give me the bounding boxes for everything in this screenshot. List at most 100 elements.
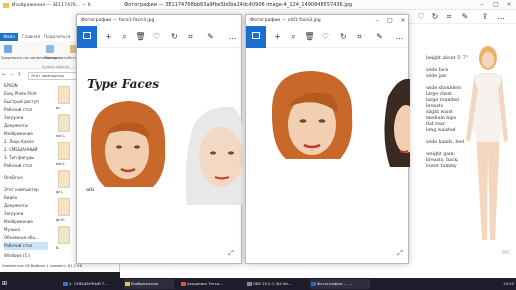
more-icon[interactable]: … [394, 31, 405, 42]
nav-pictures[interactable]: Изображения [4, 130, 33, 138]
nav-epson[interactable]: EPSON [4, 82, 18, 90]
forward-icon[interactable]: → [9, 72, 13, 78]
file-thumbnail[interactable] [58, 198, 70, 216]
add-icon[interactable]: + [103, 31, 114, 42]
expand-icon[interactable]: ⤢ [396, 249, 404, 257]
tab-share[interactable]: Поделиться [44, 34, 70, 39]
taskbar-item[interactable]: Фотографии — ... [310, 279, 370, 289]
zoom-icon[interactable]: ⌕ [288, 31, 299, 42]
nav-documents-2[interactable]: Документы [4, 202, 28, 210]
tab-home[interactable]: Главная [22, 34, 40, 39]
photo-viewer-2: Фотографии — old1-face3.jpg – □ × + ⌕ 🗑 … [245, 14, 410, 264]
pin-icon[interactable] [4, 45, 12, 53]
taskbar-item[interactable]: OBS 25.0.1 (64 bit... [246, 279, 306, 289]
rotate-icon[interactable]: ↻ [338, 31, 349, 42]
viewer1-titlebar: Фотографии — face1-face3.jpg [77, 15, 241, 26]
copy-icon[interactable] [46, 45, 54, 53]
nav-pictures-2[interactable]: Изображения [4, 218, 33, 226]
watermark: PPC [502, 250, 510, 255]
nav-quick-access[interactable]: Быстрый доступ [4, 98, 39, 106]
delete-icon[interactable]: 🗑 [135, 31, 146, 42]
delete-icon[interactable]: 🗑 [304, 31, 315, 42]
heart-icon[interactable]: ♡ [416, 12, 426, 22]
nav-easy-photo-print[interactable]: Easy Photo Print [4, 90, 37, 98]
taskbar: ⊞ 2. СМЕШАННЫЙ Т... Изображения Академия… [0, 278, 516, 290]
start-icon[interactable]: ⊞ [2, 280, 10, 288]
file-thumbnail[interactable] [58, 226, 70, 244]
file-name: 6- [56, 246, 60, 250]
file-thumbnail[interactable] [58, 114, 70, 132]
crop-icon[interactable]: ⌗ [444, 12, 454, 22]
nav-folder-mixed[interactable]: 2. СМЕШАННЫЙ [4, 146, 37, 154]
clipboard-group-label: Буфер обмена [42, 65, 70, 69]
word-icon [63, 282, 68, 286]
crop-icon[interactable]: ⌗ [354, 31, 365, 42]
viewer2-home-button[interactable] [246, 26, 266, 48]
file-list: ис ear1- ear2- girl- girl2- 6- [50, 82, 76, 262]
image-heading: Type Faces [87, 77, 160, 91]
close-icon[interactable]: × [398, 17, 408, 25]
nav-folder-figure[interactable]: 3. Тип фигуры [4, 154, 34, 162]
nav-videos[interactable]: Видео [4, 194, 17, 202]
share-icon[interactable]: ⇪ [480, 12, 490, 22]
file-name: girl- [56, 190, 64, 194]
taskbar-item[interactable]: Академия Татья... [180, 279, 240, 289]
face-illustrations [271, 71, 410, 167]
nav-desktop-2[interactable]: Рабочий стол [4, 162, 32, 170]
maximize-icon[interactable]: □ [385, 17, 395, 25]
viewer2-toolbar: + ⌕ 🗑 ♡ ↻ ⌗ ✎ … [246, 26, 408, 48]
background-window-title: Фотографии — 3E1174768bb63a9fbe5b0ba24dc… [124, 2, 353, 8]
photo-viewer-1: Фотографии — face1-face3.jpg + ⌕ 🗑 ♡ ↻ ⌗… [76, 14, 243, 264]
nav-windows-c[interactable]: Windows (C:) [4, 252, 30, 260]
gallery-icon [83, 32, 91, 39]
gallery-icon [252, 32, 260, 39]
edit-icon[interactable]: ✎ [460, 12, 470, 22]
heart-icon[interactable]: ♡ [151, 31, 162, 42]
obs-icon [247, 282, 252, 286]
rotate-icon[interactable]: ↻ [430, 12, 440, 22]
nav-desktop[interactable]: Рабочий стол [4, 106, 32, 114]
nav-this-pc[interactable]: Этот компьютер [4, 186, 39, 194]
maximize-icon[interactable]: □ [490, 1, 502, 9]
file-thumbnail[interactable] [58, 142, 70, 160]
system-tray-clock[interactable]: 16:00 [503, 279, 514, 289]
browser-icon [181, 282, 186, 286]
image-caption-fragment: ath [86, 187, 95, 193]
tab-file[interactable]: Файл [0, 33, 18, 41]
minimize-icon[interactable]: – [476, 1, 488, 9]
back-icon[interactable]: ← [2, 72, 6, 78]
heart-icon[interactable]: ♡ [320, 31, 331, 42]
face-illustrations [90, 101, 243, 205]
copy-label: Копировать [44, 55, 68, 60]
rotate-icon[interactable]: ↻ [169, 31, 180, 42]
edit-icon[interactable]: ✎ [374, 31, 385, 42]
more-icon[interactable]: … [496, 12, 506, 22]
nav-desktop-3[interactable]: Рабочий стол [4, 242, 48, 250]
folder-icon [3, 3, 9, 8]
viewer2-titlebar: Фотографии — old1-face3.jpg – □ × [246, 15, 408, 26]
edit-icon[interactable]: ✎ [205, 31, 216, 42]
crop-icon[interactable]: ⌗ [185, 31, 196, 42]
expand-icon[interactable]: ⤢ [227, 249, 235, 257]
nav-documents[interactable]: Документы [4, 122, 28, 130]
nav-downloads[interactable]: Загрузки [4, 114, 23, 122]
nav-downloads-2[interactable]: Загрузки [4, 210, 23, 218]
nav-music[interactable]: Музыка [4, 226, 20, 234]
taskbar-item[interactable]: Изображения [124, 279, 174, 289]
nav-folder-face[interactable]: 2. Лицо Кахле [4, 138, 34, 146]
minimize-icon[interactable]: – [372, 17, 382, 25]
zoom-icon[interactable]: ⌕ [119, 31, 130, 42]
taskbar-item[interactable]: 2. СМЕШАННЫЙ Т... [62, 279, 122, 289]
nav-3d-objects[interactable]: Объемные объ... [4, 234, 39, 242]
up-icon[interactable]: ↑ [17, 72, 21, 78]
more-icon[interactable]: … [227, 31, 238, 42]
file-name: ис [56, 106, 61, 110]
nav-onedrive[interactable]: OneDrive [4, 174, 23, 182]
file-name: girl2- [56, 218, 66, 222]
viewer1-home-button[interactable] [77, 26, 97, 48]
file-thumbnail[interactable] [58, 170, 70, 188]
close-icon[interactable]: × [503, 1, 515, 9]
navigation-pane: EPSON Easy Photo Print Быстрый доступ Ра… [0, 82, 48, 262]
file-thumbnail[interactable] [58, 86, 70, 104]
add-icon[interactable]: + [272, 31, 283, 42]
